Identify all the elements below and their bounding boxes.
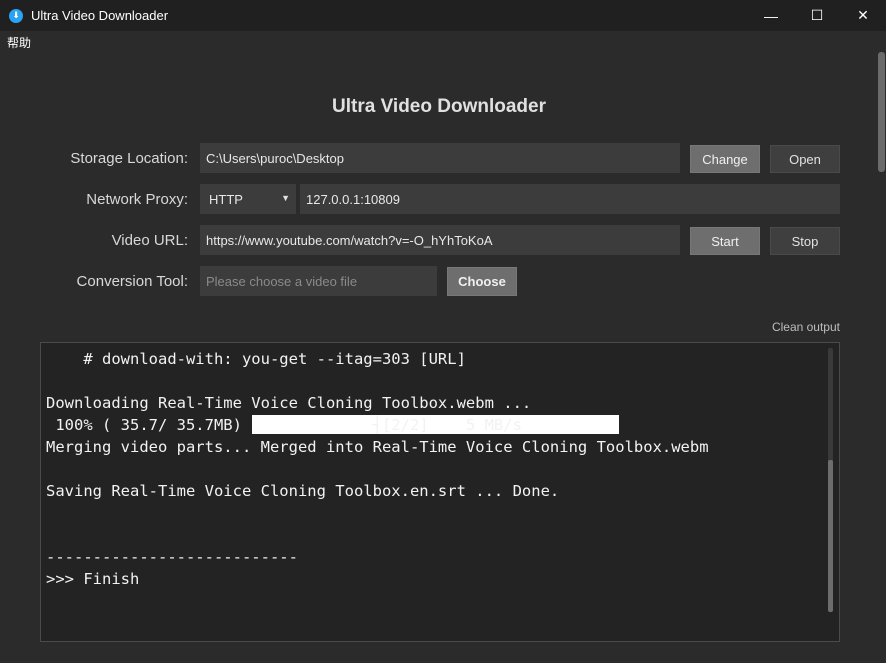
window-scrollbar[interactable] xyxy=(877,52,886,663)
clean-output-link[interactable]: Clean output xyxy=(772,320,840,334)
output-line: ┤[2/2] 5 MB/s xyxy=(46,416,522,434)
output-console[interactable]: # download-with: you-get --itag=303 [URL… xyxy=(40,342,840,642)
window-scrollbar-thumb[interactable] xyxy=(878,52,885,172)
output-scrollbar-thumb[interactable] xyxy=(828,460,833,612)
choose-button[interactable]: Choose xyxy=(447,267,517,296)
close-icon[interactable]: ✕ xyxy=(840,0,886,31)
proxy-type-value: HTTP xyxy=(209,191,243,207)
output-scrollbar[interactable] xyxy=(828,348,833,612)
window-controls: — ☐ ✕ xyxy=(748,0,886,31)
conversion-label: Conversion Tool: xyxy=(76,273,188,290)
menu-bar: 帮助 xyxy=(0,31,886,52)
open-button[interactable]: Open xyxy=(770,145,840,173)
output-line: # download-with: you-get --itag=303 [URL… xyxy=(46,350,466,368)
proxy-type-select[interactable]: HTTP ▼ xyxy=(200,184,296,214)
storage-path-field[interactable]: C:\Users\puroc\Desktop xyxy=(200,143,680,173)
app-heading: Ultra Video Downloader xyxy=(332,96,546,117)
title-bar: ⬇ Ultra Video Downloader — ☐ ✕ xyxy=(0,0,886,31)
download-icon: ⬇ xyxy=(9,8,23,23)
window-title: Ultra Video Downloader xyxy=(31,8,169,23)
stop-button[interactable]: Stop xyxy=(770,227,840,255)
storage-label: Storage Location: xyxy=(70,150,188,167)
start-button[interactable]: Start xyxy=(690,227,760,255)
video-url-field[interactable]: https://www.youtube.com/watch?v=-O_hYhTo… xyxy=(200,225,680,255)
chevron-down-icon: ▼ xyxy=(281,193,290,203)
menu-help[interactable]: 帮助 xyxy=(7,34,31,51)
video-url-label: Video URL: xyxy=(111,232,188,249)
conversion-file-field[interactable]: Please choose a video file xyxy=(200,266,437,296)
proxy-label: Network Proxy: xyxy=(86,191,188,208)
proxy-address-field[interactable]: 127.0.0.1:10809 xyxy=(300,184,840,214)
output-line: Saving Real-Time Voice Cloning Toolbox.e… xyxy=(46,482,560,500)
minimize-icon[interactable]: — xyxy=(748,0,794,31)
output-line: Downloading Real-Time Voice Cloning Tool… xyxy=(46,394,532,412)
output-line: --------------------------- xyxy=(46,548,298,566)
output-line: >>> Finish xyxy=(46,570,140,588)
output-line: Merging video parts... Merged into Real-… xyxy=(46,438,709,456)
change-button[interactable]: Change xyxy=(690,145,760,173)
maximize-icon[interactable]: ☐ xyxy=(794,0,840,31)
